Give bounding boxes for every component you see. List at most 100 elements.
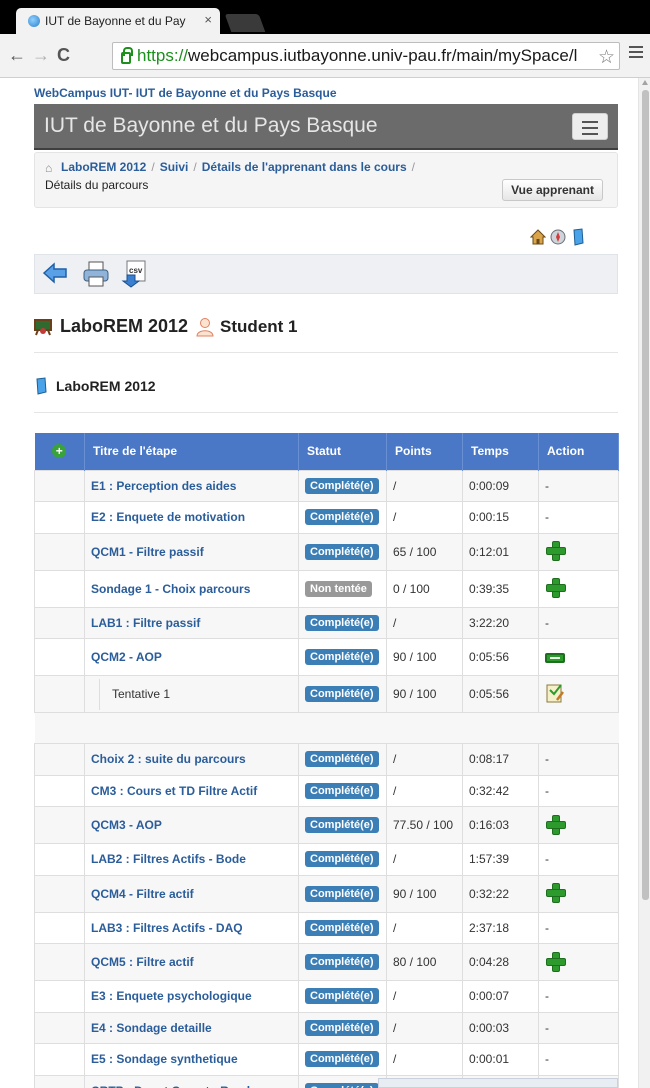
- book-icon[interactable]: [570, 228, 586, 246]
- points-cell: /: [386, 774, 463, 807]
- browser-menu-icon[interactable]: [629, 46, 643, 60]
- step-title-link[interactable]: Choix 2 : suite du parcours: [91, 752, 246, 766]
- site-header: IUT de Bayonne et du Pays Basque: [34, 104, 618, 150]
- points-cell: 77.50 / 100: [386, 806, 463, 844]
- table-row: Choix 2 : suite du parcours Complété(e) /0…: [34, 743, 619, 776]
- breadcrumb-link-course[interactable]: LaboREM 2012: [61, 160, 146, 174]
- tab-close-icon[interactable]: ×: [204, 12, 212, 27]
- app-window: IUT de Bayonne et du Pay × ← → C https:/…: [0, 0, 650, 1088]
- top-right-icons: [530, 228, 586, 246]
- step-title-link[interactable]: E3 : Enquete psychologique: [91, 989, 252, 1003]
- breadcrumb-link-suivi[interactable]: Suivi: [160, 160, 189, 174]
- step-title-link[interactable]: LAB3 : Filtres Actifs - DAQ: [91, 921, 243, 935]
- action-cell: -: [538, 469, 619, 502]
- action-text: -: [545, 478, 549, 493]
- step-title-link[interactable]: E5 : Sondage synthetique: [91, 1052, 238, 1066]
- status-badge: Complété(e): [305, 1019, 379, 1036]
- forward-arrow-icon[interactable]: →: [32, 46, 50, 64]
- step-title-link[interactable]: LAB1 : Filtre passif: [91, 616, 200, 630]
- action-cell: [538, 943, 619, 981]
- action-cell: -: [538, 1043, 619, 1076]
- step-title-link[interactable]: QCM5 : Filtre actif: [91, 955, 194, 969]
- tab-title: IUT de Bayonne et du Pay: [45, 14, 186, 28]
- time-cell: 0:32:42: [462, 774, 539, 807]
- time-cell: 0:00:01: [462, 1043, 539, 1076]
- row-marker-cell: [34, 638, 85, 676]
- scroll-up-arrow-icon[interactable]: [642, 80, 648, 85]
- time-cell: 0:04:28: [462, 943, 539, 981]
- vue-apprenant-button[interactable]: Vue apprenant: [502, 179, 603, 201]
- back-arrow-icon[interactable]: ←: [8, 46, 26, 64]
- status-cell: Non tentée: [298, 569, 387, 608]
- bookmark-star-icon[interactable]: ☆: [595, 46, 615, 69]
- row-marker-cell: [34, 806, 85, 844]
- hamburger-menu-icon[interactable]: [572, 113, 608, 140]
- expand-plus-icon[interactable]: [545, 577, 566, 598]
- step-title-cell: E4 : Sondage detaille: [84, 1011, 299, 1044]
- csv-export-icon[interactable]: csv: [121, 259, 149, 291]
- row-marker-cell: [34, 874, 85, 913]
- points-cell: /: [386, 469, 463, 502]
- address-bar[interactable]: https://webcampus.iutbayonne.univ-pau.fr…: [112, 42, 620, 70]
- action-cell: -: [538, 606, 619, 639]
- compass-icon[interactable]: [550, 228, 566, 246]
- edit-attempt-icon[interactable]: [545, 682, 565, 704]
- step-title-link[interactable]: QCM4 - Filtre actif: [91, 887, 194, 901]
- browser-tab[interactable]: IUT de Bayonne et du Pay ×: [16, 8, 220, 34]
- row-marker-cell: [34, 743, 85, 776]
- step-title-cell: QCM4 - Filtre actif: [84, 874, 299, 913]
- step-title-link[interactable]: E2 : Enquete de motivation: [91, 510, 245, 524]
- step-title-cell: Choix 2 : suite du parcours: [84, 743, 299, 776]
- reload-icon[interactable]: C: [57, 46, 70, 64]
- step-title-link[interactable]: CRTP : Depot Compte-Rendu: [91, 1084, 257, 1088]
- page-scrollbar[interactable]: [638, 78, 650, 1088]
- url-text: webcampus.iutbayonne.univ-pau.fr/main/my…: [188, 46, 578, 65]
- steps-table-body: E1 : Perception des aides Complété(e)/0:0…: [34, 469, 619, 1088]
- table-row: Tentative 1 Complété(e) 90 / 100 0:05:56: [34, 675, 619, 713]
- table-row: LAB3 : Filtres Actifs - DAQ Complété(e) /2…: [34, 911, 619, 944]
- user-icon: [196, 317, 214, 336]
- expand-all-header[interactable]: +: [34, 433, 85, 470]
- breadcrumb-separator: /: [193, 160, 197, 174]
- back-arrow-icon[interactable]: [41, 259, 69, 287]
- attempt-label: Tentative 1: [99, 678, 170, 710]
- action-cell: [538, 675, 619, 713]
- printer-icon[interactable]: [81, 259, 111, 289]
- actions-toolbar: csv: [34, 254, 618, 294]
- csv-label: csv: [129, 266, 143, 275]
- step-title-link[interactable]: QCM2 - AOP: [91, 650, 162, 664]
- house-icon[interactable]: [530, 228, 546, 246]
- collapse-minus-icon[interactable]: [545, 653, 565, 663]
- step-title-link[interactable]: CM3 : Cours et TD Filtre Actif: [91, 784, 257, 798]
- status-cell: Complété(e): [298, 1074, 387, 1088]
- home-icon[interactable]: ⌂: [45, 161, 57, 175]
- status-tooltip: [378, 1078, 618, 1088]
- table-row: QCM3 - AOP Complété(e) 77.50 / 100 0:16:03: [34, 806, 619, 844]
- expand-plus-icon[interactable]: [545, 814, 566, 835]
- points-cell: 80 / 100: [386, 943, 463, 981]
- expand-plus-icon[interactable]: [545, 540, 566, 561]
- spacer-cell: [34, 712, 619, 744]
- step-title-link[interactable]: QCM3 - AOP: [91, 818, 162, 832]
- step-title-link[interactable]: E1 : Perception des aides: [91, 479, 236, 493]
- breadcrumb-link-learner-details[interactable]: Détails de l'apprenant dans le cours: [202, 160, 407, 174]
- status-cell: Complété(e): [298, 774, 387, 807]
- step-title-link[interactable]: LAB2 : Filtres Actifs - Bode: [91, 852, 246, 866]
- expand-plus-icon[interactable]: [545, 951, 566, 972]
- column-header-time: Temps: [462, 433, 539, 470]
- step-title-link[interactable]: Sondage 1 - Choix parcours: [91, 582, 250, 596]
- row-marker-cell: [34, 1011, 85, 1044]
- points-cell: 90 / 100: [386, 638, 463, 676]
- scrollbar-thumb[interactable]: [642, 90, 649, 900]
- column-header-points: Points: [386, 433, 463, 470]
- time-cell: 0:05:56: [462, 675, 539, 713]
- new-tab-button[interactable]: [224, 14, 266, 32]
- expand-all-plus-icon[interactable]: +: [52, 444, 67, 459]
- table-row: E1 : Perception des aides Complété(e) /0:0…: [34, 469, 619, 502]
- action-cell: -: [538, 743, 619, 776]
- expand-plus-icon[interactable]: [545, 882, 566, 903]
- time-cell: 0:39:35: [462, 569, 539, 608]
- site-name-link[interactable]: WebCampus IUT- IUT de Bayonne et du Pays…: [34, 86, 337, 100]
- step-title-link[interactable]: QCM1 - Filtre passif: [91, 545, 204, 559]
- step-title-link[interactable]: E4 : Sondage detaille: [91, 1021, 212, 1035]
